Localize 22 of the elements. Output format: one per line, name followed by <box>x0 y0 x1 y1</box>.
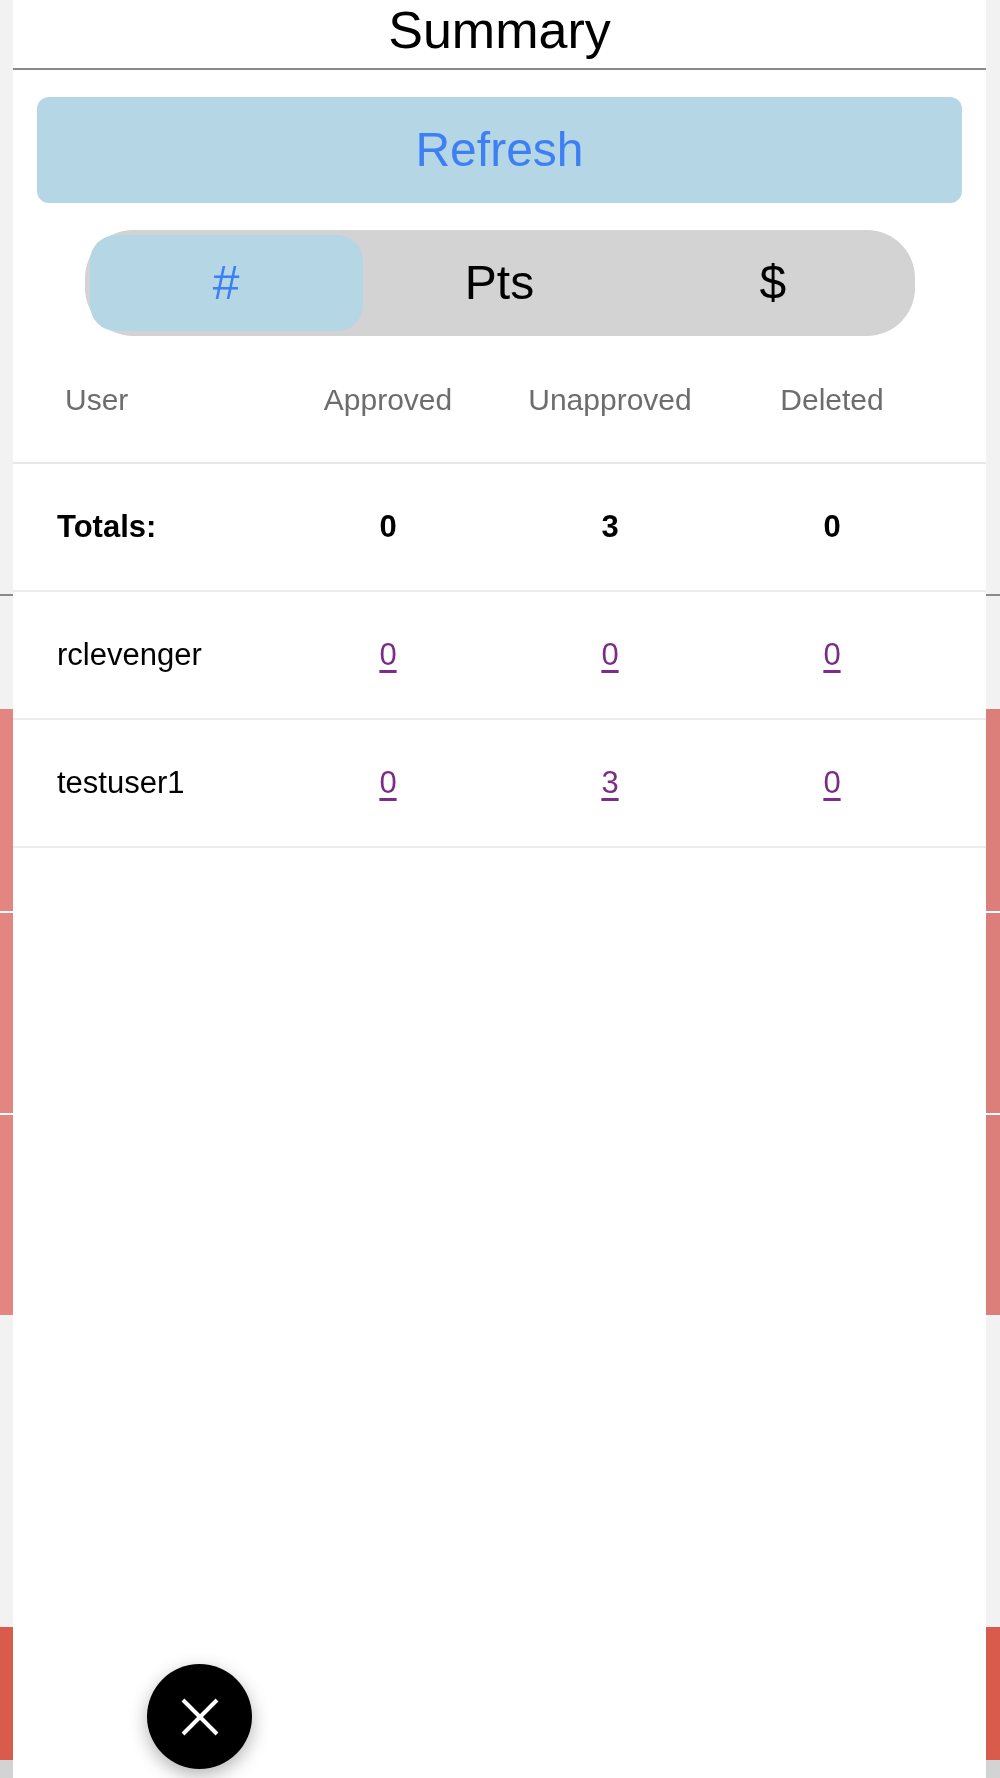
column-header: Deleted <box>780 381 884 418</box>
count-link[interactable]: 0 <box>601 631 619 679</box>
segment-tab[interactable]: $ <box>636 235 910 331</box>
sheet-title: Summary <box>388 0 611 60</box>
count-link[interactable]: 3 <box>601 759 619 807</box>
count-link[interactable]: 0 <box>823 759 841 807</box>
count-link[interactable]: 0 <box>379 631 397 679</box>
column-header: Approved <box>323 381 453 418</box>
user-name: rclevenger <box>57 636 202 672</box>
total-value: 3 <box>601 507 619 546</box>
bottom-bar <box>0 1760 13 1778</box>
count-link[interactable]: 0 <box>379 759 397 807</box>
column-header: User <box>65 382 129 416</box>
totals-label: Totals: <box>57 508 157 544</box>
close-icon <box>180 1697 219 1736</box>
total-value: 0 <box>379 507 397 546</box>
bottom-bar <box>986 1760 1000 1778</box>
user-name: testuser1 <box>57 764 185 800</box>
total-value: 0 <box>823 507 841 546</box>
segment-tab[interactable]: Pts <box>362 235 637 331</box>
count-link[interactable]: 0 <box>823 631 841 679</box>
column-header: Unapproved <box>528 381 692 418</box>
